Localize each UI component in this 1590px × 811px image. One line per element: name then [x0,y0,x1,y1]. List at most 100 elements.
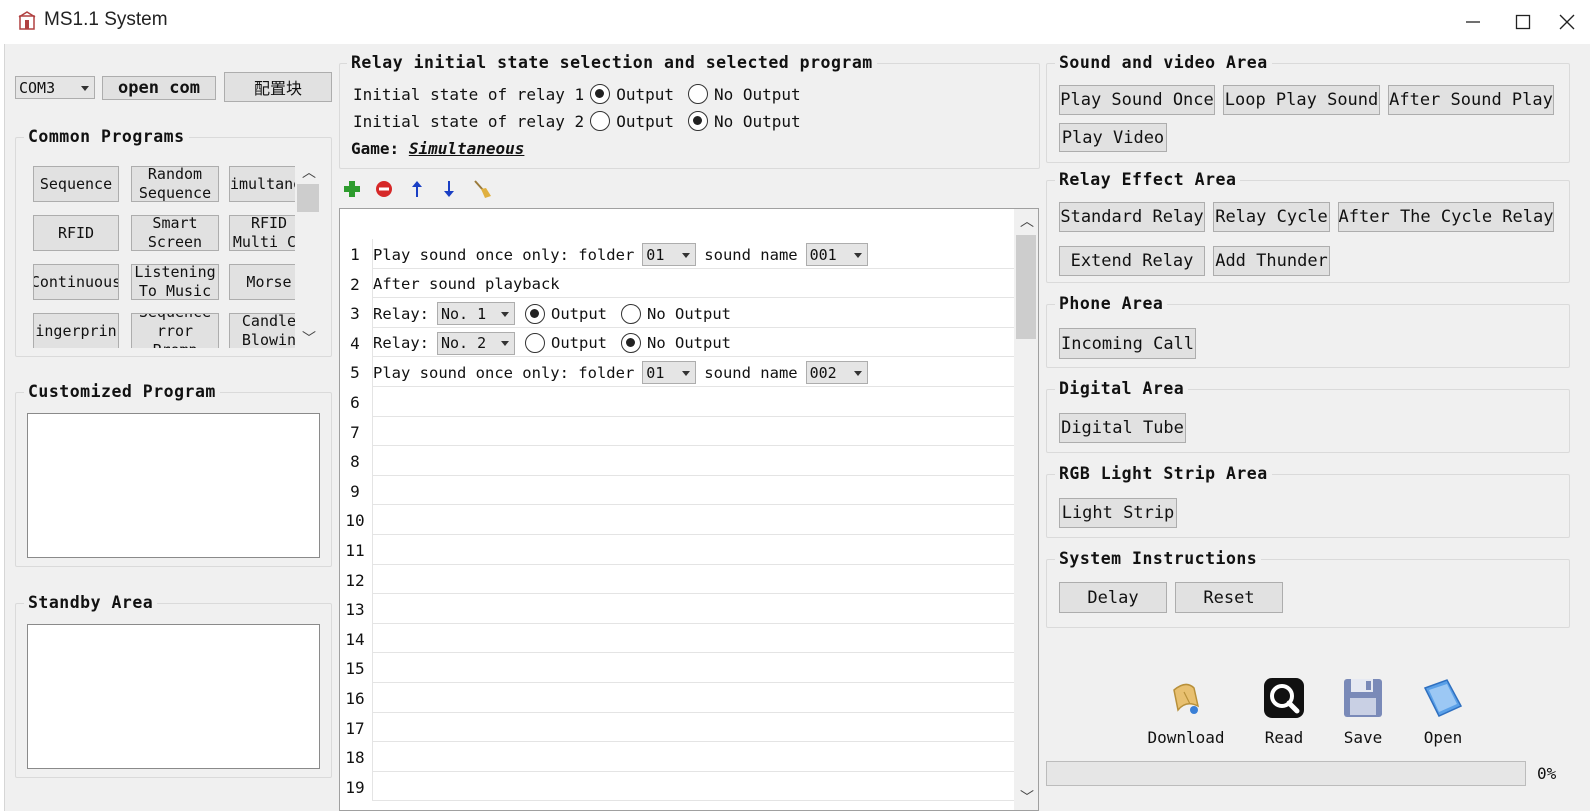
row-cell: After sound playback [372,268,1016,299]
standby-area-list[interactable] [27,624,320,769]
chevron-down-icon[interactable]: ﹀ [1020,787,1034,807]
table-row[interactable]: 17 [340,712,1016,743]
table-row[interactable]: 9 [340,475,1016,506]
move-down-button[interactable] [438,178,460,200]
sound-select[interactable]: 001 [805,243,868,266]
digital-tube-button[interactable]: Digital Tube [1059,413,1186,443]
row-number: 19 [345,777,365,797]
program-smart-screen-button[interactable]: Smart Screen [131,215,219,251]
common-programs-scrollbar[interactable]: ︿ ﹀ [295,160,321,348]
relay2-output-radio[interactable] [590,111,611,131]
scrollbar-thumb[interactable] [1016,235,1036,339]
table-row[interactable]: 1 Play sound once only: folder 01 sound … [340,239,1016,269]
chevron-down-icon[interactable]: ﹀ [302,328,316,348]
minimize-button[interactable] [1450,0,1496,44]
row-content: Relay: No. 2 Output No Output [373,331,731,355]
relay-select[interactable]: No. 2 [437,331,515,355]
save-tool-button[interactable]: Save [1328,676,1398,747]
row-output-radio[interactable] [525,333,545,354]
program-listening-to-music-button[interactable]: Listening To Music [131,264,219,300]
program-random-sequence-button[interactable]: Random Sequence [131,166,219,202]
program-fingerprint-button[interactable]: ingerprin [33,313,119,348]
extend-relay-button[interactable]: Extend Relay [1059,246,1205,276]
chevron-down-icon [682,252,691,258]
remove-row-button[interactable] [373,178,395,200]
table-row[interactable]: 5 Play sound once only: folder 01 sound … [340,357,1016,387]
table-row[interactable]: 11 [340,535,1016,565]
com-port-select[interactable]: COM3 [15,76,95,99]
chevron-up-icon[interactable]: ︿ [1020,211,1034,231]
table-row[interactable]: 4 Relay: No. 2 Output No Output [340,327,1016,358]
row-cell [372,446,1016,476]
close-button[interactable] [1544,0,1590,44]
program-continuous-button[interactable]: Continuous [33,264,119,300]
loop-play-sound-button[interactable]: Loop Play Sound [1223,85,1380,115]
reset-button[interactable]: Reset [1175,582,1283,613]
read-tool-button[interactable]: Read [1249,676,1319,747]
row-cell [372,416,1016,447]
table-row[interactable]: 14 [340,623,1016,654]
move-up-button[interactable] [406,178,428,200]
after-the-cycle-relay-button[interactable]: After The Cycle Relay [1338,202,1554,232]
app-logo-icon [18,11,36,30]
relay-cycle-button[interactable]: Relay Cycle [1213,202,1330,232]
play-video-button[interactable]: Play Video [1059,123,1167,152]
delay-button[interactable]: Delay [1059,582,1167,613]
table-row[interactable]: 10 [340,505,1016,535]
standard-relay-button[interactable]: Standard Relay [1059,202,1205,232]
incoming-call-button[interactable]: Incoming Call [1059,328,1196,359]
program-morse-button[interactable]: Morse [229,264,295,300]
clear-button[interactable] [471,178,493,200]
program-rfid-multi-button[interactable]: RFID Multi Ca [229,215,295,251]
table-row[interactable]: 3 Relay: No. 1 Output No Output [340,298,1016,328]
light-strip-button[interactable]: Light Strip [1059,498,1177,528]
after-sound-play-button[interactable]: After Sound Play [1388,85,1554,115]
relay1-output-radio[interactable] [590,84,611,104]
program-rfid-button[interactable]: RFID [33,215,119,251]
program-list-scrollbar[interactable]: ︿ ﹀ [1014,209,1038,810]
relay-select[interactable]: No. 1 [437,302,515,326]
customized-program-list[interactable] [27,413,320,558]
open-tool-button[interactable]: Open [1408,676,1478,747]
maximize-button[interactable] [1500,0,1546,44]
row-cell [372,653,1016,683]
add-row-button[interactable] [341,178,363,200]
relay2-no-output-radio[interactable] [687,111,708,131]
row-cell [372,475,1016,506]
table-row[interactable]: 12 [340,564,1016,595]
program-list[interactable]: 1 Play sound once only: folder 01 sound … [339,208,1039,811]
download-tool-button[interactable]: Download [1146,676,1226,747]
open-com-button[interactable]: open com [102,76,216,100]
program-sequence-button[interactable]: Sequence [33,166,119,202]
table-row[interactable]: 13 [340,594,1016,624]
table-row[interactable]: 6 [340,387,1016,417]
program-sequence-error-prompt-button[interactable]: Sequence rror Promp [131,313,219,348]
row-output-radio[interactable] [525,303,545,324]
config-block-button[interactable]: 配置块 [224,72,332,102]
play-sound-once-button[interactable]: Play Sound Once [1059,85,1215,115]
relay1-no-output-radio[interactable] [687,84,708,104]
table-row[interactable]: 19 [340,771,1016,802]
relay-value: No. 1 [441,304,487,323]
row-output-label: Output [551,304,607,323]
table-row[interactable]: 18 [340,742,1016,772]
common-programs-grid: Sequence Random Sequence imultane RFID S… [27,160,295,348]
table-row[interactable]: 7 [340,416,1016,447]
table-row[interactable]: 2 After sound playback [340,268,1016,299]
row-no-output-radio[interactable] [621,333,641,354]
table-row[interactable]: 16 [340,683,1016,713]
folder-select[interactable]: 01 [642,243,697,266]
table-row[interactable]: 15 [340,653,1016,683]
sound-select[interactable]: 002 [805,361,868,385]
row-no-output-radio[interactable] [621,303,641,324]
add-icon [344,181,360,197]
remove-icon [376,181,392,197]
table-row[interactable]: 8 [340,446,1016,476]
program-simultaneous-button[interactable]: imultane [229,166,295,202]
add-thunder-button[interactable]: Add Thunder [1213,246,1330,276]
save-label: Save [1343,728,1383,747]
scrollbar-thumb[interactable] [297,184,319,212]
folder-select[interactable]: 01 [642,361,697,385]
chevron-up-icon[interactable]: ︿ [302,162,316,182]
program-candle-blowing-button[interactable]: Candle Blowin [229,313,295,348]
